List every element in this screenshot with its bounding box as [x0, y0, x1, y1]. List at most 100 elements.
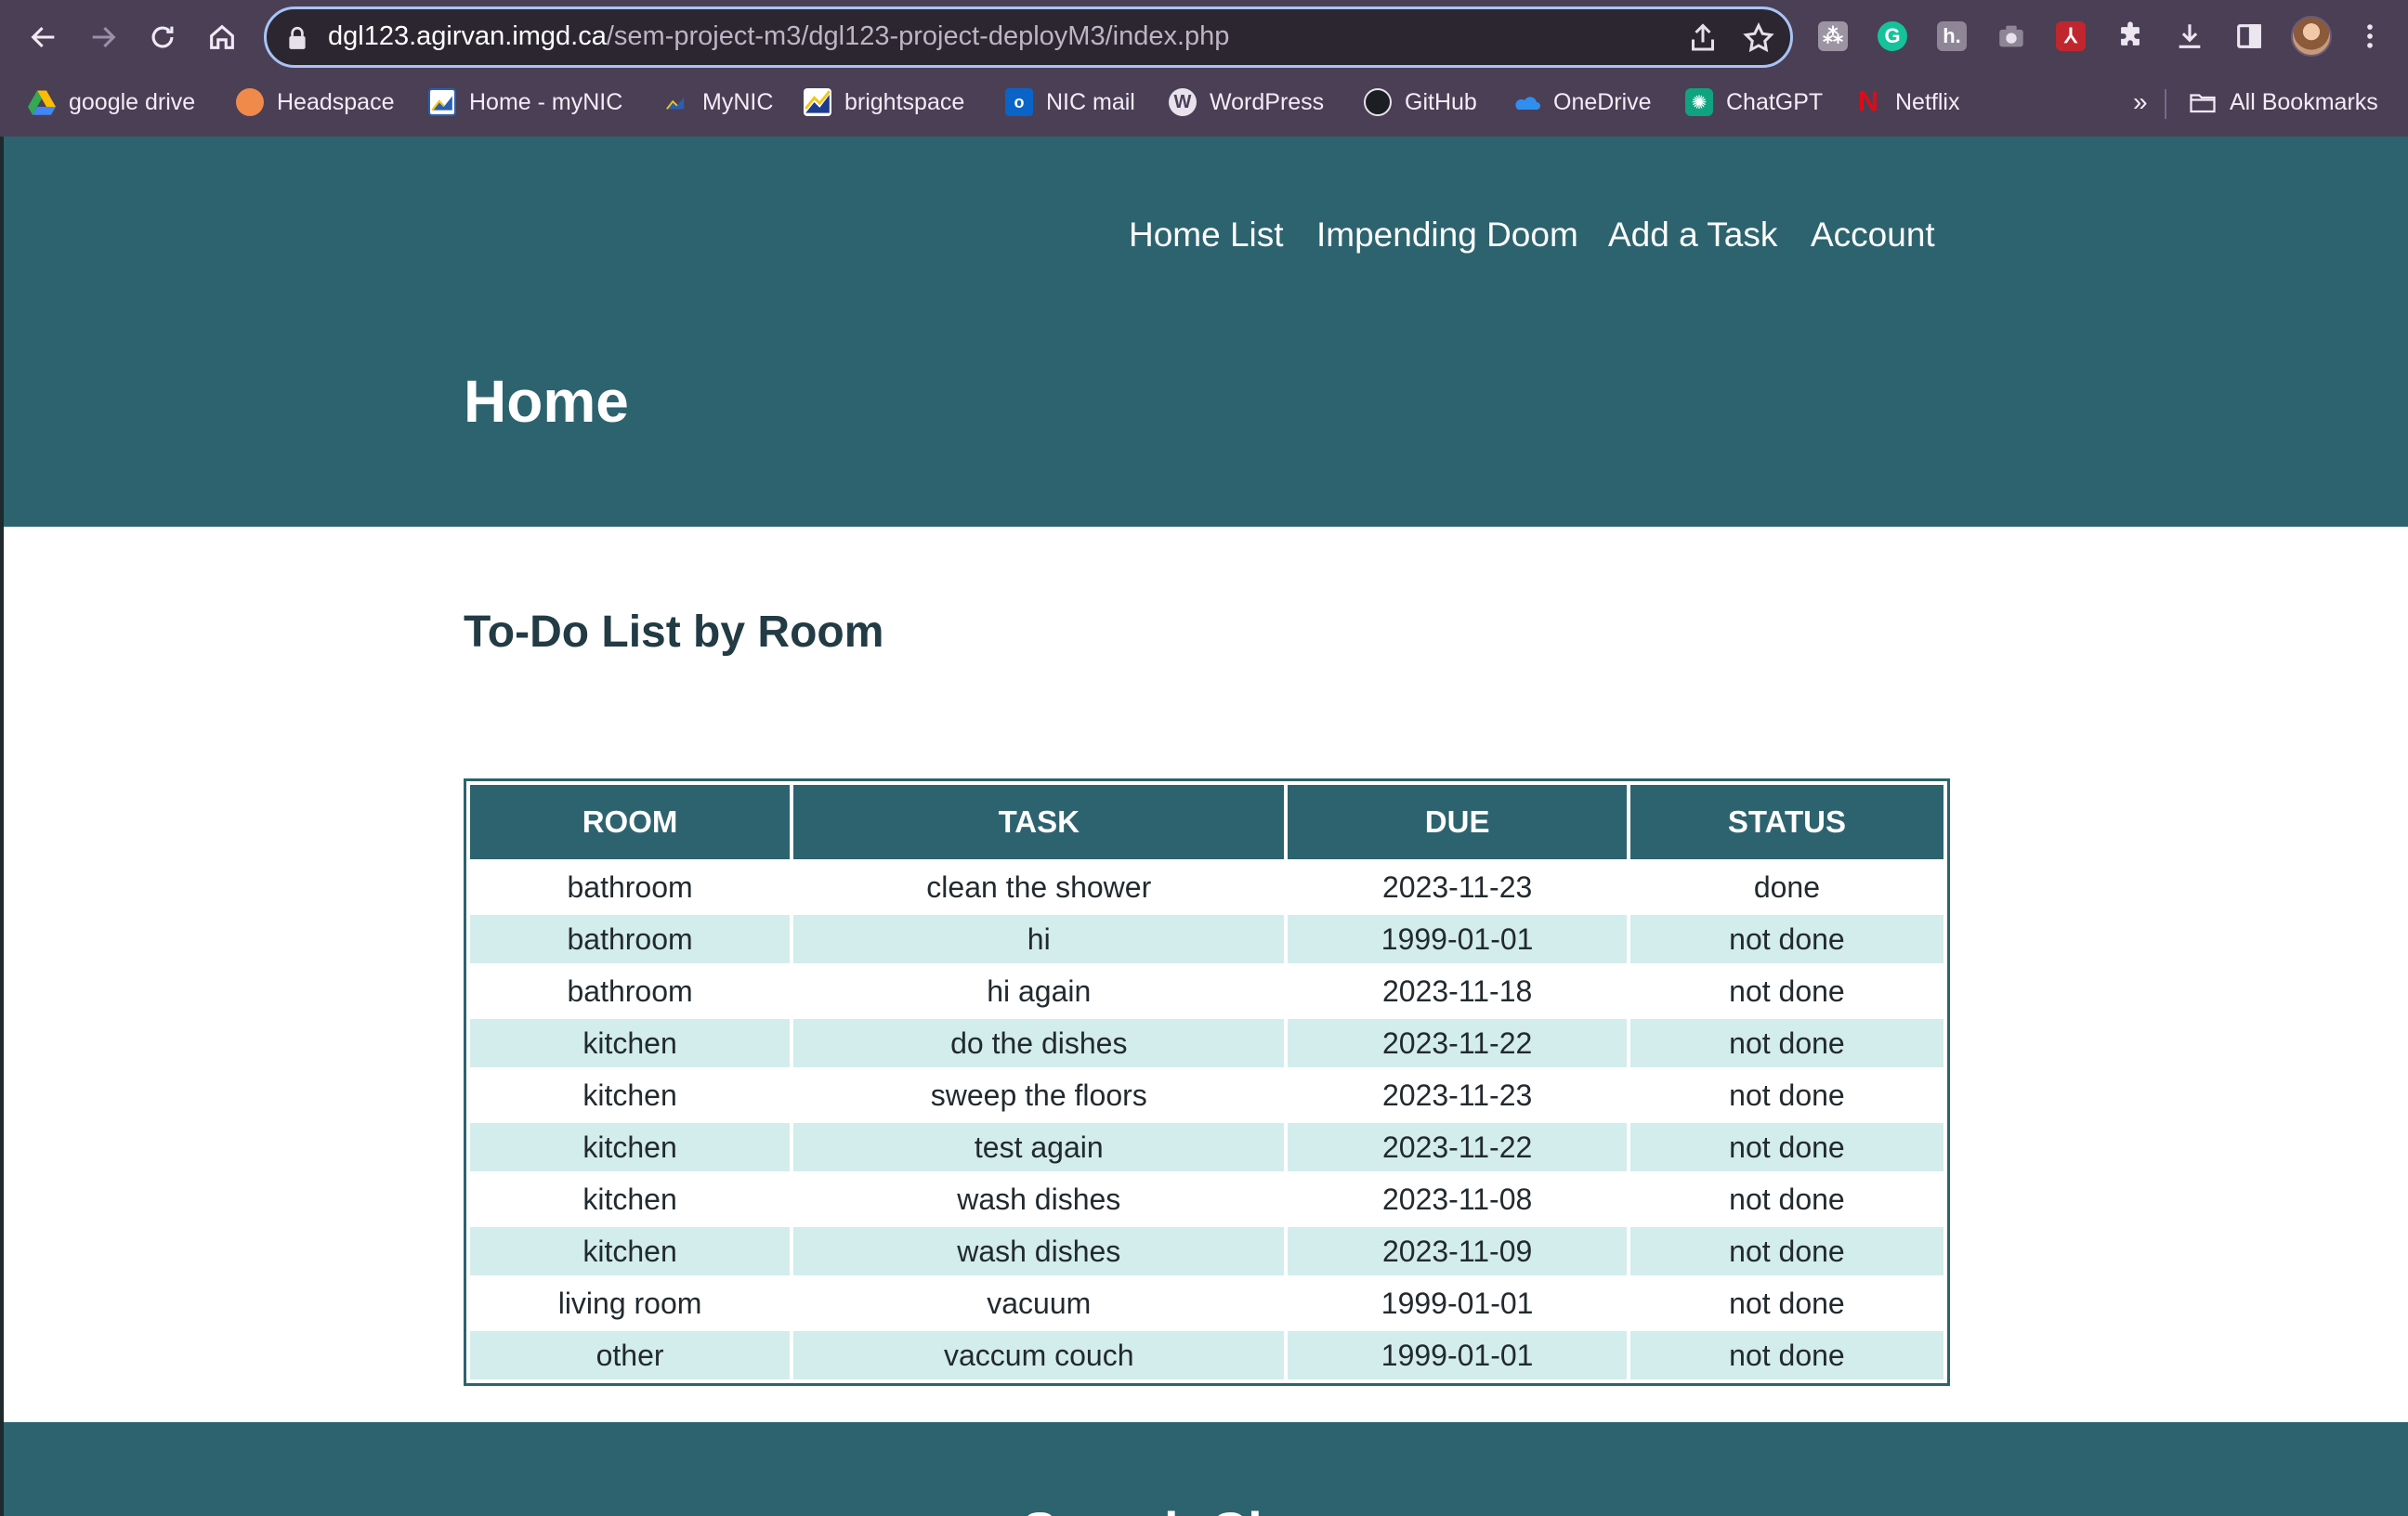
grammarly-button[interactable]: G [1871, 15, 1914, 58]
nav-account[interactable]: Account [1811, 216, 1935, 255]
cell-due: 2023-11-08 [1381, 1182, 1533, 1216]
nav-impending-doom[interactable]: Impending Doom [1316, 216, 1578, 255]
side-panel-button[interactable] [2228, 15, 2271, 58]
cell-task: hi [793, 915, 1285, 963]
bookmark-home-mynic[interactable]: Home - myNIC [428, 85, 622, 119]
cell-due: 1999-01-01 [1288, 1331, 1627, 1379]
bookmark-google-drive[interactable]: google drive [28, 85, 195, 119]
bookmark-onedrive[interactable]: OneDrive [1512, 85, 1652, 119]
kebab-menu-icon [2367, 24, 2373, 48]
bookmark-github[interactable]: GitHub [1364, 85, 1477, 119]
cell-task: hi again [987, 974, 1092, 1008]
site-footer: Search Chores [4, 1422, 2408, 1516]
cell-status: not done [1729, 1182, 1845, 1216]
reload-icon [151, 26, 174, 48]
all-bookmarks-button[interactable]: All Bookmarks [2189, 85, 2378, 119]
share-icon[interactable] [1686, 21, 1720, 55]
todo-table: ROOM TASK DUE STATUS bathroom clean the … [464, 778, 1950, 1386]
arrow-right-icon [92, 26, 116, 48]
nav-add-a-task[interactable]: Add a Task [1608, 216, 1777, 255]
cell-status: not done [1729, 974, 1845, 1008]
cell-task: wash dishes [793, 1227, 1285, 1275]
bookmark-label: Netflix [1895, 88, 1960, 115]
cell-room: bathroom [470, 915, 791, 963]
reload-button[interactable] [138, 13, 187, 61]
column-header-due: DUE [1288, 785, 1627, 859]
cell-room: kitchen [582, 1182, 677, 1216]
netflix-icon: N [1858, 86, 1878, 117]
download-icon [2179, 24, 2201, 48]
cell-task: vaccum couch [793, 1331, 1285, 1379]
table-row: other vaccum couch 1999-01-01 not done [470, 1331, 1943, 1379]
cell-due: 2023-11-09 [1288, 1227, 1627, 1275]
table-row: kitchen test again 2023-11-22 not done [470, 1123, 1943, 1171]
cell-due: 2023-11-23 [1381, 869, 1533, 904]
cell-status: not done [1629, 1227, 1943, 1275]
onedrive-icon [1512, 88, 1540, 116]
bookmark-nic-mail[interactable]: o NIC mail [1005, 85, 1135, 119]
bookmark-netflix[interactable]: N Netflix [1854, 85, 1959, 119]
table-body: bathroom clean the shower 2023-11-23 don… [470, 863, 1943, 1379]
wordpress-icon: W [1169, 88, 1197, 116]
screenshot-button[interactable] [1990, 15, 2033, 58]
browser-menu-button[interactable] [2349, 15, 2391, 58]
address-bar[interactable]: dgl123.agirvan.imgd.ca/sem-project-m3/dg… [264, 7, 1793, 68]
site-header: Home List Impending Doom Add a Task Acco… [4, 137, 2408, 527]
url-text: dgl123.agirvan.imgd.ca/sem-project-m3/dg… [328, 21, 1229, 52]
cell-due: 2023-11-18 [1381, 974, 1533, 1008]
bookmark-wordpress[interactable]: W WordPress [1169, 85, 1324, 119]
browser-chrome: dgl123.agirvan.imgd.ca/sem-project-m3/dg… [0, 0, 2408, 137]
arrow-left-icon [31, 26, 55, 48]
cell-status: done [1753, 869, 1821, 904]
cell-room: kitchen [582, 1078, 677, 1112]
bookmarks-bar: google drive Headspace Home - myNIC MyNI… [0, 78, 2408, 126]
downloads-button[interactable] [2168, 15, 2211, 58]
acrobat-icon: ⅄ [2056, 21, 2086, 51]
cell-due: 1999-01-01 [1381, 1286, 1534, 1320]
github-icon [1364, 88, 1392, 116]
browser-toolbar: dgl123.agirvan.imgd.ca/sem-project-m3/dg… [0, 0, 2408, 74]
forward-button[interactable] [79, 13, 127, 61]
bookmark-star-icon[interactable] [1742, 21, 1775, 55]
table-row: bathroom hi again 2023-11-18 not done [470, 967, 1943, 1015]
cell-due: 2023-11-22 [1288, 1019, 1627, 1067]
headspace-icon [236, 88, 264, 116]
footer-title: Search Chores [4, 1500, 2408, 1516]
bookmark-chatgpt[interactable]: ✺ ChatGPT [1685, 85, 1823, 119]
home-button[interactable] [198, 13, 246, 61]
side-panel-icon [2237, 24, 2261, 48]
cell-due: 1999-01-01 [1288, 915, 1627, 963]
cell-status: not done [1729, 1286, 1845, 1320]
google-drive-icon [28, 88, 56, 116]
cell-room: living room [557, 1286, 702, 1320]
cell-task: sweep the floors [930, 1078, 1147, 1112]
bookmark-headspace[interactable]: Headspace [236, 85, 394, 119]
column-header-room: ROOM [470, 785, 791, 859]
table-row: bathroom clean the shower 2023-11-23 don… [470, 863, 1943, 911]
bookmark-brightspace[interactable]: brightspace [804, 85, 964, 119]
bookmark-label: ChatGPT [1726, 88, 1824, 115]
extension-button[interactable]: ⁂ [1812, 15, 1854, 58]
nav-home-list[interactable]: Home List [1129, 216, 1284, 255]
puzzle-icon [2121, 21, 2140, 46]
cell-room: bathroom [567, 869, 693, 904]
bookmarks-overflow-button[interactable]: » [2133, 85, 2148, 119]
extensions-button[interactable] [2109, 15, 2152, 58]
all-bookmarks-label: All Bookmarks [2230, 88, 2378, 115]
table-row: kitchen do the dishes 2023-11-22 not don… [470, 1019, 1943, 1067]
bookmark-label: brightspace [844, 88, 965, 115]
bookmark-mynic[interactable]: MyNIC [661, 85, 773, 119]
back-button[interactable] [20, 13, 68, 61]
cell-task: wash dishes [957, 1182, 1121, 1216]
table-row: bathroom hi 1999-01-01 not done [470, 915, 1943, 963]
honey-button[interactable]: h. [1930, 15, 1973, 58]
home-icon [210, 24, 234, 49]
table-header: ROOM TASK DUE STATUS [470, 785, 1943, 859]
url-path: /sem-project-m3/dgl123-project-deployM3/… [606, 21, 1230, 51]
cell-due: 2023-11-23 [1381, 1078, 1533, 1112]
acrobat-button[interactable]: ⅄ [2049, 15, 2092, 58]
bookmark-label: NIC mail [1046, 88, 1135, 115]
outlook-icon: o [1005, 88, 1033, 116]
cell-due: 2023-11-22 [1288, 1123, 1627, 1171]
profile-avatar[interactable] [2291, 16, 2332, 57]
